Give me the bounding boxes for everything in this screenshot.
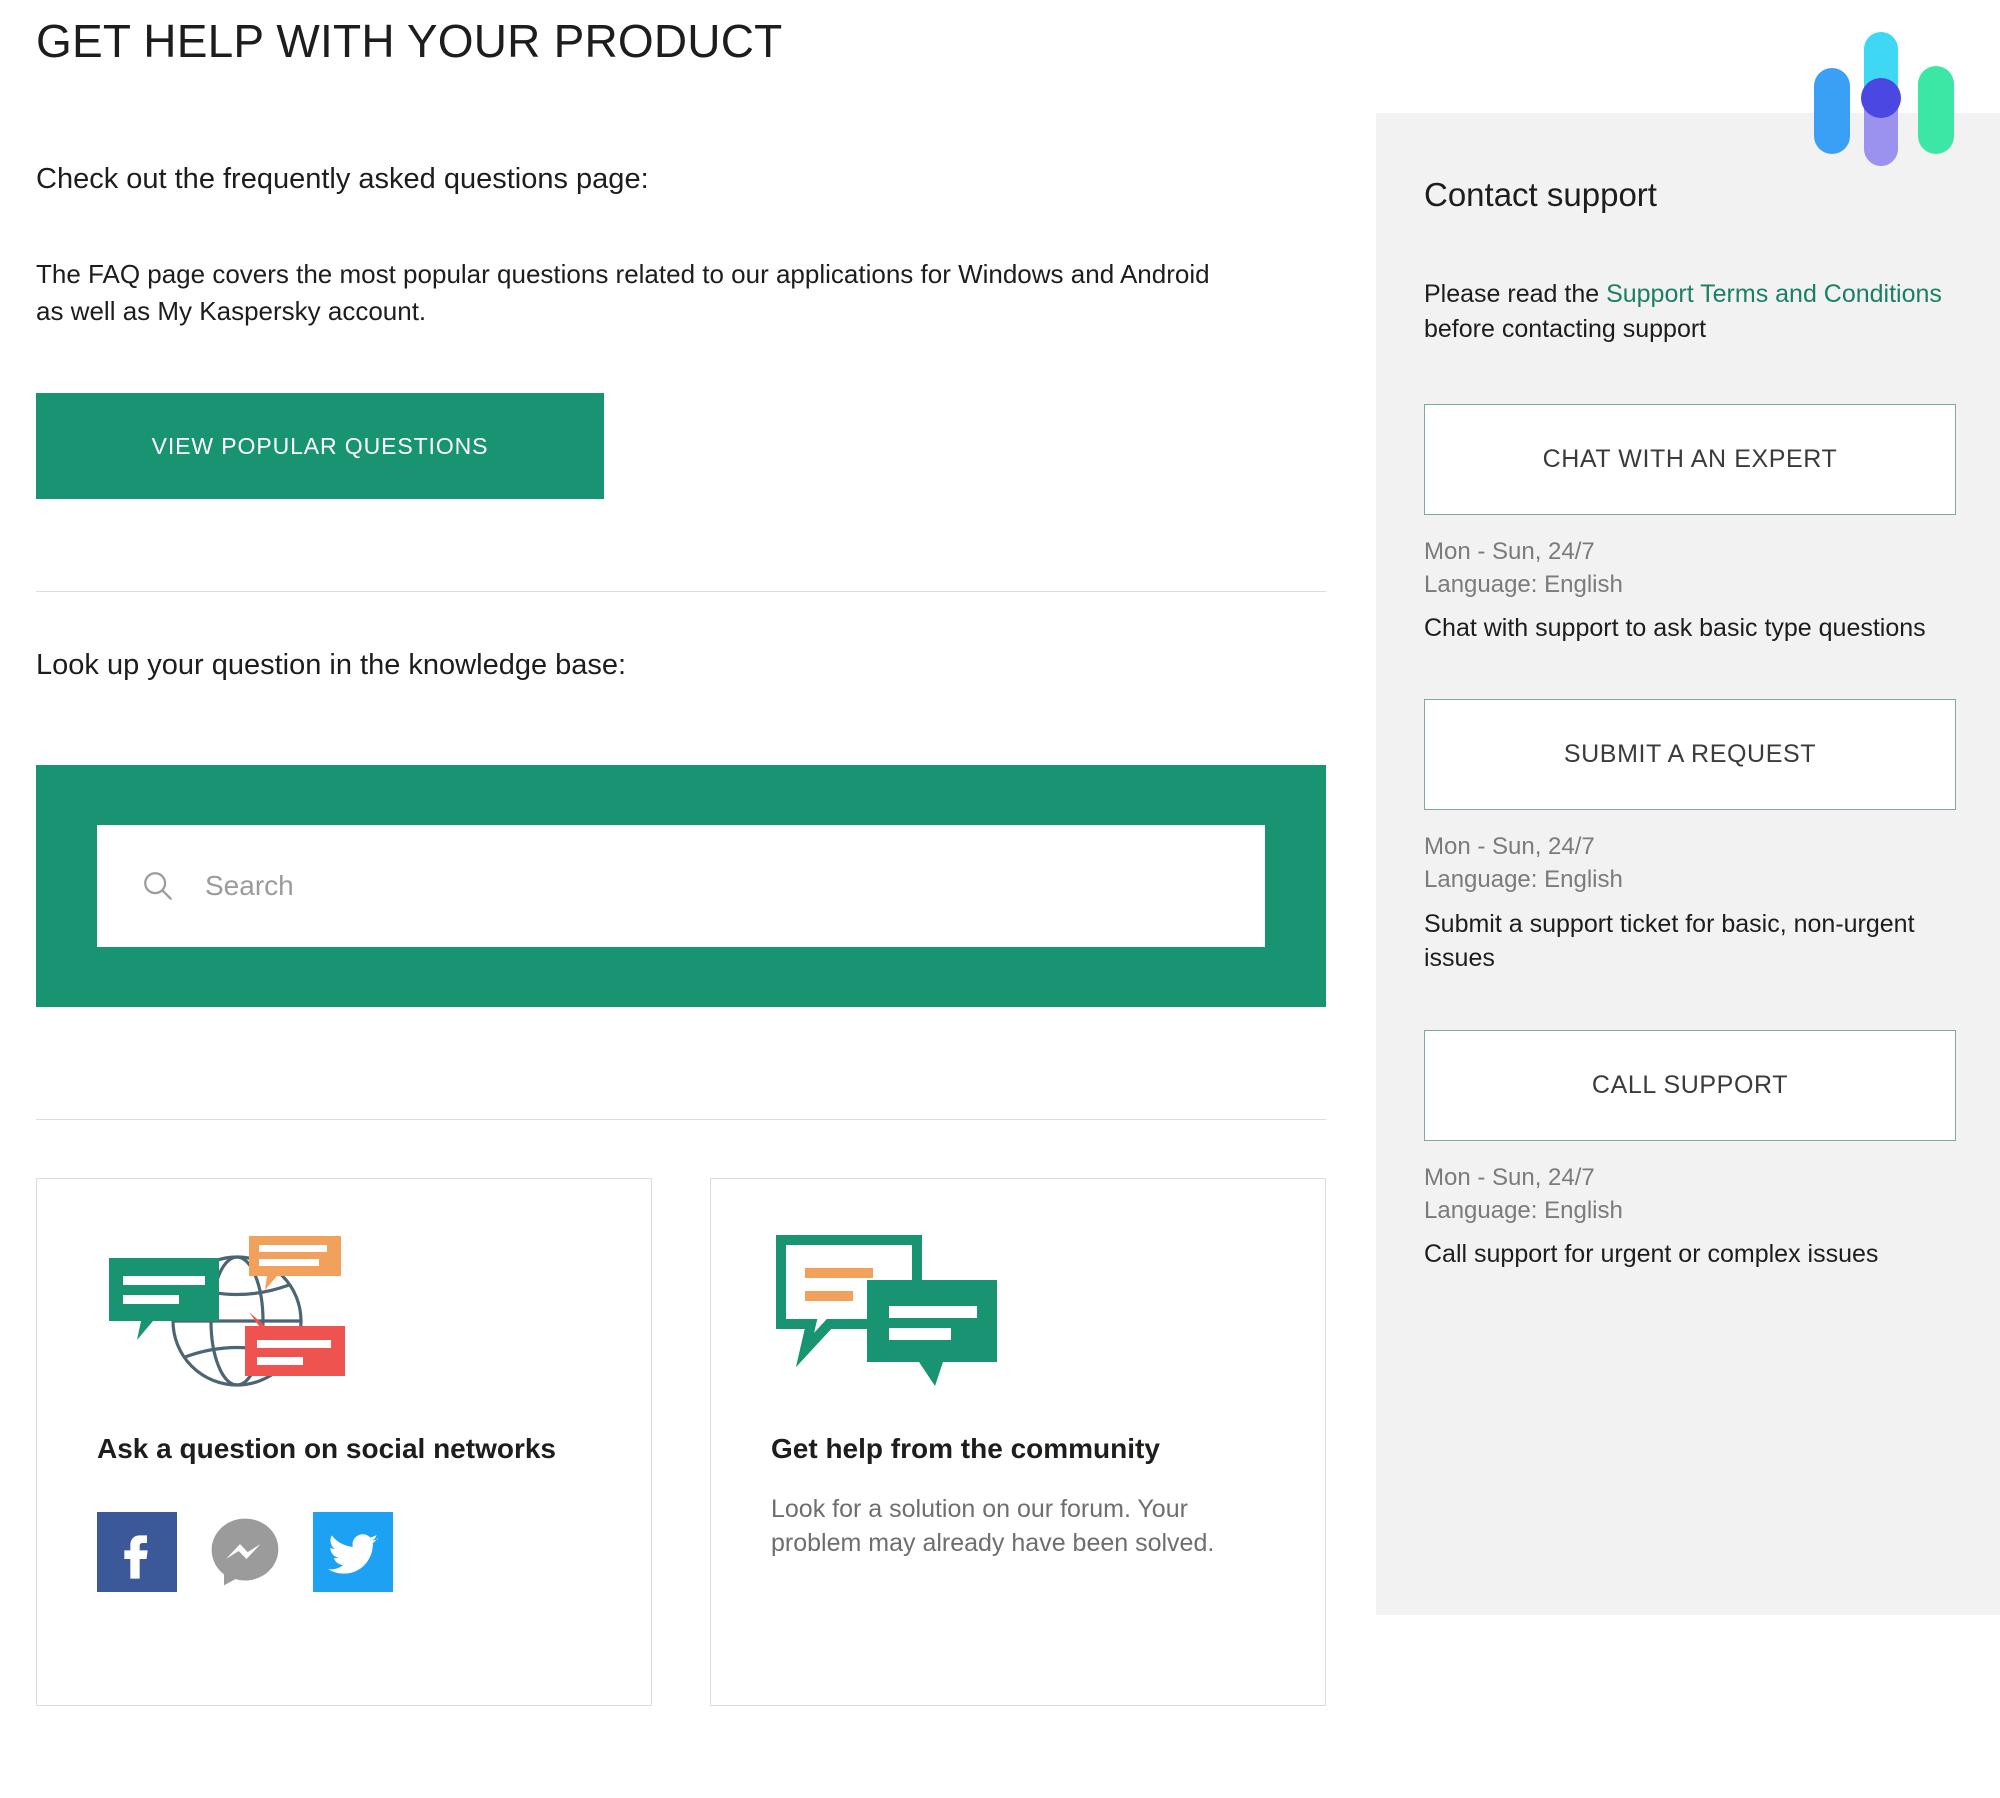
main-content: GET HELP WITH YOUR PRODUCT Check out the… [36,0,1328,1798]
view-popular-questions-button[interactable]: VIEW POPULAR QUESTIONS [36,393,604,500]
knowledge-base-heading: Look up your question in the knowledge b… [36,649,627,682]
support-option-description: Call support for urgent or complex issue… [1424,1239,1879,1268]
faq-heading: Check out the frequently asked questions… [36,162,649,195]
sidebar-title: Contact support [1424,176,1657,213]
card-title: Get help from the community [771,1432,1160,1464]
green-bubble [109,1257,219,1340]
hours-text: Mon - Sun, 24/7 [1424,1163,1595,1191]
social-links [97,1511,591,1592]
hours-text: Mon - Sun, 24/7 [1424,833,1595,861]
help-cards: Ask a question on social networks Get he… [36,1177,1328,1706]
language-text: Language: English [1424,570,1623,598]
terms-suffix: before contacting support [1424,315,1707,344]
filled-bubble [867,1279,997,1386]
contact-support-sidebar: Contact support Please read the Support … [1376,113,2000,1615]
language-text: Language: English [1424,866,1623,894]
search-box[interactable] [97,824,1265,947]
twitter-icon[interactable] [313,1511,393,1592]
support-option-call: CALL SUPPORT Mon - Sun, 24/7 Language: E… [1424,1029,1956,1272]
support-option-meta: Mon - Sun, 24/7 Language: English [1424,1161,1952,1227]
support-terms-text: Please read the Support Terms and Condit… [1424,277,1952,348]
faq-body-text: The FAQ page covers the most popular que… [36,259,1210,327]
speech-bubbles-icon [771,1223,1265,1413]
support-option-description: Chat with support to ask basic type ques… [1424,613,1926,642]
search-icon [144,871,172,900]
card-community[interactable]: Get help from the community Look for a s… [710,1177,1326,1706]
globe-chat-icon [97,1223,591,1413]
submit-a-request-button[interactable]: SUBMIT A REQUEST [1424,699,1956,811]
terms-prefix: Please read the [1424,279,1607,308]
support-page: GET HELP WITH YOUR PRODUCT Check out the… [0,0,2000,1798]
orange-bubble [249,1235,341,1290]
brand-logo [1814,32,1954,166]
support-option-description: Submit a support ticket for basic, non-u… [1424,909,1915,973]
card-text: Look for a solution on our forum. Your p… [771,1494,1215,1558]
support-option-meta: Mon - Sun, 24/7 Language: English [1424,830,1952,896]
support-terms-link[interactable]: Support Terms and Conditions [1606,280,1942,308]
messenger-icon[interactable] [205,1512,285,1592]
call-support-button[interactable]: CALL SUPPORT [1424,1029,1956,1141]
facebook-icon[interactable] [97,1511,177,1592]
support-option-meta: Mon - Sun, 24/7 Language: English [1424,535,1952,601]
section-divider-2 [36,1118,1326,1120]
hours-text: Mon - Sun, 24/7 [1424,537,1595,565]
search-banner [36,764,1326,1007]
chat-with-expert-button[interactable]: CHAT WITH AN EXPERT [1424,403,1956,515]
support-option-chat: CHAT WITH AN EXPERT Mon - Sun, 24/7 Lang… [1424,403,1956,646]
section-divider-1 [36,591,1326,593]
page-title: GET HELP WITH YOUR PRODUCT [36,15,783,67]
support-option-request: SUBMIT A REQUEST Mon - Sun, 24/7 Languag… [1424,699,1956,975]
language-text: Language: English [1424,1196,1623,1224]
card-title: Ask a question on social networks [97,1432,557,1464]
card-social-networks[interactable]: Ask a question on social networks [36,1177,652,1706]
search-input[interactable] [205,855,1155,916]
